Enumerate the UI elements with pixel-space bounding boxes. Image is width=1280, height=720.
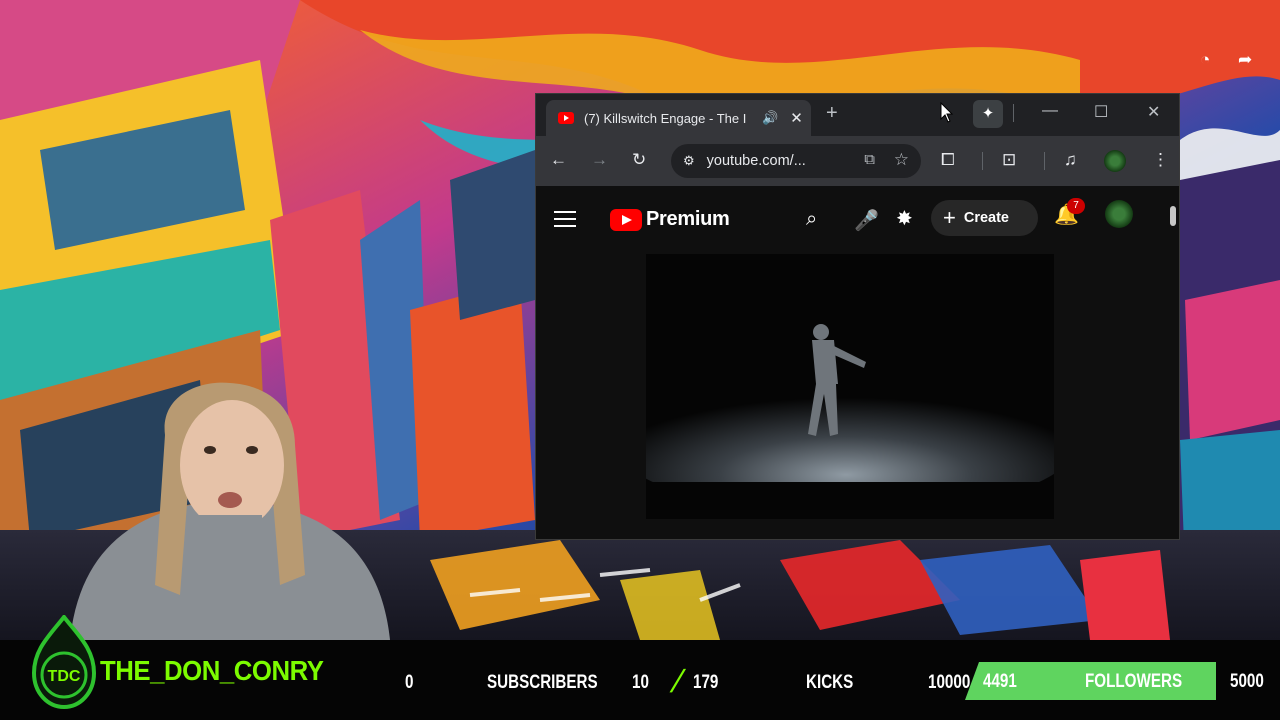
channel-name: THE_DON_CONRY [100,655,324,686]
close-window-button[interactable]: ✕ [1147,102,1160,122]
maximize-button[interactable]: ☐ [1094,102,1108,122]
new-tab-button[interactable]: + [826,102,838,125]
minimize-button[interactable]: — [1042,102,1058,120]
youtube-favicon-icon [558,112,574,124]
speaker-icon[interactable]: 🔊 [762,110,778,126]
followers-value: 4491 [983,671,1017,692]
subscribers-count: 0 [405,672,414,693]
hamburger-menu-icon[interactable] [554,211,576,232]
ai-sparkle-icon[interactable]: ✸ [896,206,913,231]
tab-search-icon[interactable]: ⊡ [1002,150,1016,170]
sparkle-icon[interactable]: ✦ [973,100,1003,128]
install-app-icon[interactable]: ⧉ [864,151,875,168]
separator [1044,152,1045,170]
subscribers-label: SUBSCRIBERS [487,672,598,693]
notification-badge: 7 [1067,198,1085,214]
browser-toolbar: ← → ↻ ⚙ youtube.com/... ⧉ ☆ ⧠ ⊡ ♫ ⋮ [536,136,1179,186]
search-icon[interactable]: ⌕ [806,208,817,231]
more-menu-icon[interactable]: ⋮ [1152,150,1169,170]
bookmark-star-icon[interactable]: ☆ [894,150,909,170]
youtube-play-icon [610,208,642,231]
reload-icon[interactable]: ↻ [632,150,646,170]
create-button[interactable]: + Create [931,200,1038,236]
youtube-premium-logo[interactable]: Premium [610,208,730,231]
video-frame [646,254,1054,519]
webcam-streamer [70,382,390,640]
site-info-icon[interactable]: ⚙ [683,153,695,169]
url-text: youtube.com/... [706,153,806,169]
video-player[interactable] [646,254,1054,519]
mouse-cursor-icon [940,102,954,123]
extensions-puzzle-icon[interactable]: ⧠ [941,150,955,170]
tab-title: (7) Killswitch Engage - The I [584,110,747,126]
separator [1013,104,1014,122]
kicks-current: 10 [632,672,649,693]
page-scrollbar[interactable] [1169,196,1177,536]
clock-icon: ◔ [1200,50,1211,69]
back-arrow-icon[interactable]: ← [550,150,567,170]
microphone-icon[interactable]: 🎤 [854,208,879,233]
logo-text: Premium [646,208,730,230]
scrollbar-thumb[interactable] [1170,206,1176,226]
account-avatar[interactable] [1105,200,1133,228]
separator [982,152,983,170]
create-label: Create [963,210,1009,226]
plus-icon: + [943,205,956,230]
share-arrow-icon: ➦ [1238,50,1253,69]
tab-strip: (7) Killswitch Engage - The I 🔊 ✕ + ✦ — … [536,94,1179,136]
tdc-logo-icon: TDC [31,615,97,710]
followers-goal: 5000 [1230,671,1264,692]
kicks-label: KICKS [806,672,854,693]
forward-arrow-icon[interactable]: → [591,150,608,170]
profile-avatar-icon[interactable] [1104,150,1126,172]
media-controls-icon[interactable]: ♫ [1064,150,1077,170]
kicks-total: 179 [693,672,719,693]
tab-close-button[interactable]: ✕ [790,109,803,127]
browser-window: (7) Killswitch Engage - The I 🔊 ✕ + ✦ — … [535,93,1180,540]
followers-progress-bar: 4491 FOLLOWERS 5000 [965,662,1264,700]
youtube-header: Premium ⌕ 🎤 ✸ + Create 🔔 7 [536,186,1179,254]
address-bar[interactable]: ⚙ youtube.com/... ⧉ ☆ [671,144,921,178]
followers-goal-start: 10000 [928,672,971,693]
tab-youtube[interactable]: (7) Killswitch Engage - The I 🔊 ✕ [546,100,811,136]
followers-label: FOLLOWERS [1085,671,1183,692]
logo-text: TDC [48,668,81,685]
